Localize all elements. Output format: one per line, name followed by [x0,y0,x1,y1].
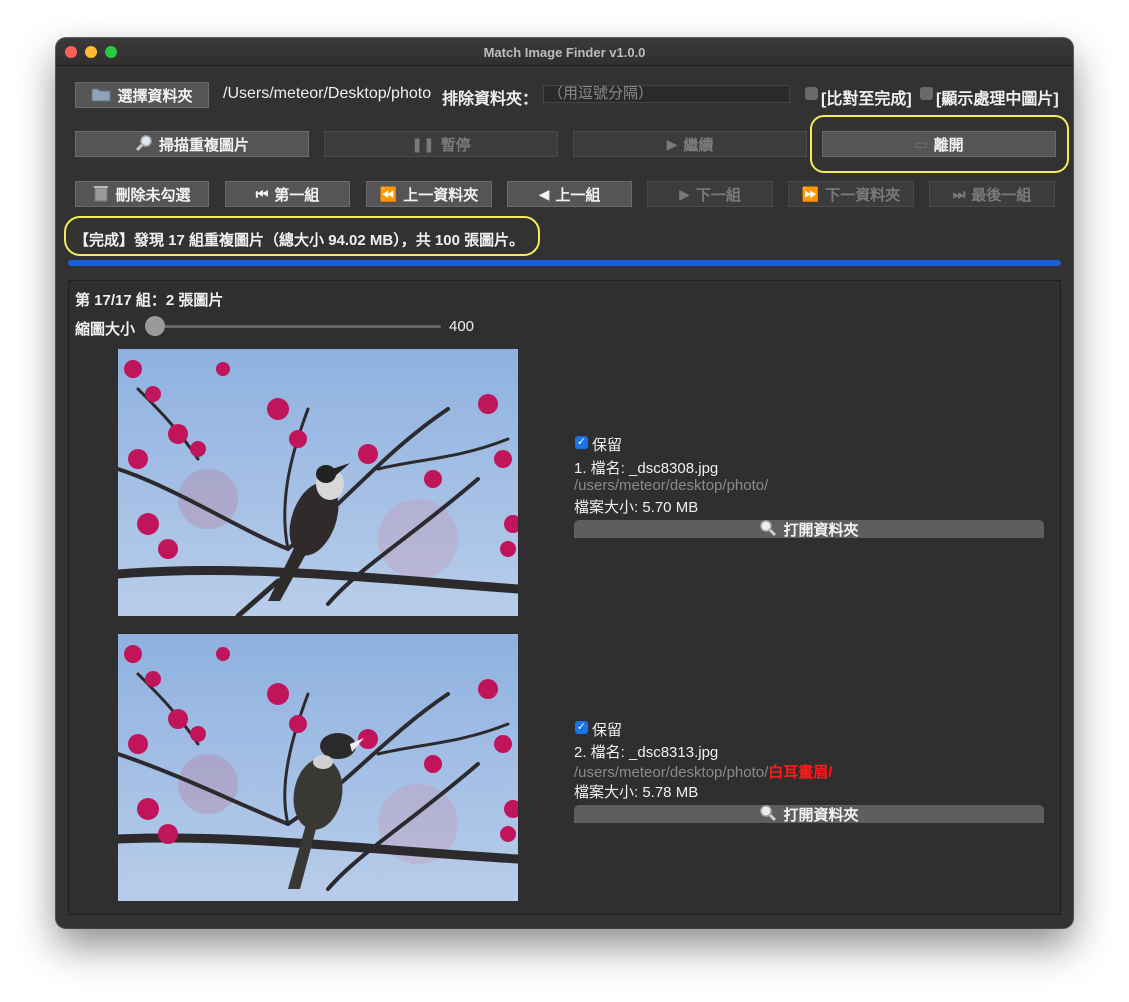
folder-path: /Users/meteor/Desktop/photo [223,85,432,102]
delete-unchecked-button[interactable]: 刪除未勾選 [75,181,209,207]
select-folder-button[interactable]: 選擇資料夾 [75,82,209,108]
thumb-size-value: 400 [449,318,475,335]
file-name-2: 2. 檔名: _dsc8313.jpg [574,744,719,761]
leave-highlight [810,115,1069,173]
prev-folder-button[interactable]: ⏪ 上一資料夾 [366,181,492,207]
file-path-1-base: /users/meteor/desktop/photo/ [574,477,769,494]
skip-first-icon: ⏮ [255,185,269,202]
delete-unchecked-label: 刪除未勾選 [115,186,191,204]
prev-icon: ◀ [538,185,550,202]
thumb-size-slider-knob[interactable] [145,316,165,336]
magnifier-icon [759,519,777,540]
app-window: Match Image Finder v1.0.0 選擇資料夾 /Users/m… [56,38,1073,928]
trash-icon [93,184,109,205]
pause-label: 暫停 [440,136,471,154]
first-group-button[interactable]: ⏮ 第一組 [225,181,350,207]
open-folder-button-2[interactable]: 打開資料夾 [574,804,1044,825]
scan-duplicates-button[interactable]: 掃描重複圖片 [75,131,309,157]
file-size-1: 檔案大小: 5.70 MB [574,499,699,516]
magnifier-icon [759,804,777,825]
compare-to-end-checkbox[interactable] [805,87,818,100]
compare-to-end-label: [比對至完成] [821,91,912,108]
pause-icon: ❚❚ [411,135,435,152]
photo-thumbnail-1[interactable] [118,349,518,616]
title-bar: Match Image Finder v1.0.0 [56,38,1073,66]
magnifier-icon [135,134,153,155]
resume-label: 繼續 [683,136,714,154]
next-group-label: 下一組 [695,186,741,204]
file-path-2-extra: 白耳畫眉/ [768,764,833,781]
group-header: 第 17/17 組：2 張圖片 [75,292,224,309]
status-highlight [64,216,540,256]
open-folder-label-2: 打開資料夾 [783,806,859,824]
prev-group-label: 上一組 [555,186,601,204]
show-processing-label: [顯示處理中圖片] [936,91,1059,108]
file-name-1: 1. 檔名: _dsc8308.jpg [574,460,719,477]
file-path-2-base: /users/meteor/desktop/photo/ [574,764,769,781]
folder-icon [91,86,111,105]
open-folder-button-1[interactable]: 打開資料夾 [574,519,1044,540]
thumb-size-track[interactable] [146,325,441,328]
last-group-label: 最後一組 [971,186,1032,204]
exclude-label: 排除資料夾： [442,91,539,108]
prev-group-button[interactable]: ◀ 上一組 [507,181,632,207]
show-processing-checkbox[interactable] [920,87,933,100]
pause-button[interactable]: ❚❚ 暫停 [324,131,558,157]
window-title: Match Image Finder v1.0.0 [483,45,646,60]
play-icon: ▶ [666,135,678,152]
file-path-1: /users/meteor/desktop/photo/ [574,477,768,494]
first-group-label: 第一組 [274,186,320,204]
thumb-size-label: 縮圖大小 [75,321,136,338]
keep-checkbox-2[interactable]: ✓ [575,721,588,734]
prev-folder-label: 上一資料夾 [403,186,479,204]
rewind-icon: ⏪ [379,185,398,202]
next-folder-button[interactable]: ⏩ 下一資料夾 [788,181,914,207]
photo-thumbnail-2[interactable] [118,634,518,901]
resume-button[interactable]: ▶ 繼續 [573,131,807,157]
next-icon: ▶ [679,185,690,202]
keep-checkbox-1[interactable]: ✓ [575,436,588,449]
next-folder-label: 下一資料夾 [825,186,901,204]
exclude-folders-input[interactable]: （用逗號分隔） [543,85,790,103]
keep-label-1: 保留 [592,437,623,454]
open-folder-label-1: 打開資料夾 [783,521,859,539]
file-size-2: 檔案大小: 5.78 MB [574,784,699,801]
skip-last-icon: ⏭ [952,185,966,202]
file-path-2: /users/meteor/desktop/photo/白耳畫眉/ [574,761,832,782]
next-group-button[interactable]: ▶ 下一組 [647,181,773,207]
progress-bar [68,260,1061,266]
last-group-button[interactable]: ⏭ 最後一組 [929,181,1055,207]
fast-forward-icon: ⏩ [801,185,820,202]
keep-label-2: 保留 [592,722,623,739]
select-folder-label: 選擇資料夾 [117,87,193,105]
scan-label: 掃描重複圖片 [158,136,249,154]
